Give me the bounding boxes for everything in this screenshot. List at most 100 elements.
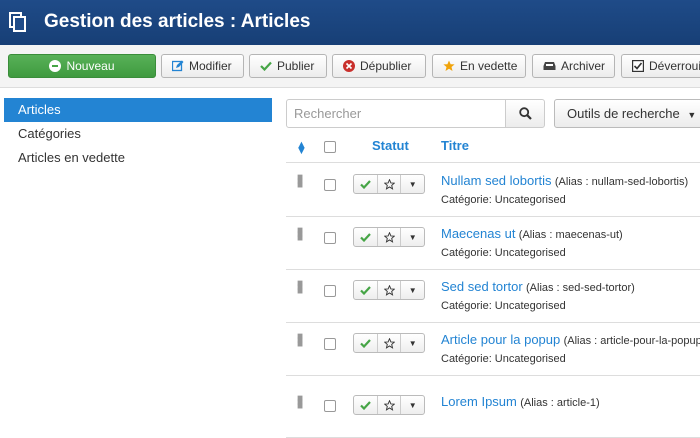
- archive-icon: [543, 61, 556, 71]
- caret-down-icon: ▼: [408, 285, 417, 295]
- table-row: ■ ■ ■ ▼ Nullam sed lobortis (Alias : nullam-…: [286, 164, 700, 217]
- article-title-link[interactable]: Maecenas ut: [441, 226, 515, 241]
- row-checkbox[interactable]: [324, 285, 336, 297]
- page-header: Gestion des articles : Articles: [0, 0, 700, 45]
- status-button-group: ▼: [353, 280, 425, 300]
- drag-handle-icon[interactable]: ■ ■ ■: [297, 173, 303, 191]
- sort-icon[interactable]: ▲ ▼: [296, 139, 307, 163]
- checkin-button[interactable]: Déverrouiller: [621, 54, 700, 78]
- row-checkbox[interactable]: [324, 400, 336, 412]
- published-toggle[interactable]: [354, 396, 378, 414]
- feature-button-label: En vedette: [460, 59, 518, 73]
- actions-dropdown[interactable]: ▼: [401, 334, 424, 352]
- search-tools-button[interactable]: Outils de recherche ▼: [554, 99, 700, 128]
- featured-toggle[interactable]: [378, 334, 402, 352]
- article-title-link[interactable]: Nullam sed lobortis: [441, 173, 552, 188]
- drag-handle-icon[interactable]: ■ ■ ■: [297, 279, 303, 297]
- article-title-link[interactable]: Article pour la popup: [441, 332, 560, 347]
- unpublish-button-label: Dépublier: [360, 59, 412, 73]
- published-toggle[interactable]: [354, 175, 378, 193]
- article-alias: (Alias : sed-sed-tortor): [526, 282, 635, 294]
- published-toggle[interactable]: [354, 228, 378, 246]
- search-tools-label: Outils de recherche: [567, 106, 680, 121]
- checkbox-checked-icon: [632, 60, 644, 72]
- star-outline-icon: [383, 399, 395, 411]
- article-alias: (Alias : article-pour-la-popup): [563, 335, 700, 347]
- row-checkbox[interactable]: [324, 179, 336, 191]
- check-icon: [260, 61, 272, 71]
- featured-toggle[interactable]: [378, 228, 402, 246]
- feature-button[interactable]: En vedette: [432, 54, 526, 78]
- article-title-link[interactable]: Sed sed tortor: [441, 279, 523, 294]
- edit-icon: [172, 60, 184, 72]
- article-category: Catégorie: Uncategorised: [441, 247, 566, 259]
- caret-down-icon: ▼: [408, 400, 417, 410]
- edit-button-label: Modifier: [189, 59, 232, 73]
- edit-button[interactable]: Modifier: [161, 54, 244, 78]
- actions-dropdown[interactable]: ▼: [401, 281, 424, 299]
- new-button-label: Nouveau: [66, 59, 115, 73]
- drag-handle-icon[interactable]: ■ ■ ■: [297, 332, 303, 350]
- table-row: ■ ■ ■ ▼ Sed sed tortor (Alias : sed-sed-tort…: [286, 270, 700, 323]
- table-row: ■ ■ ■ ▼ Maecenas ut (Alias : maecenas-ut) Cat…: [286, 217, 700, 270]
- archive-button[interactable]: Archiver: [532, 54, 615, 78]
- article-alias: (Alias : article-1): [520, 397, 600, 409]
- sidebar: Articles Catégories Articles en vedette: [0, 98, 272, 170]
- row-checkbox[interactable]: [324, 232, 336, 244]
- article-category: Catégorie: Uncategorised: [441, 353, 566, 365]
- article-category: Catégorie: Uncategorised: [441, 194, 566, 206]
- drag-handle-icon[interactable]: ■ ■ ■: [297, 394, 303, 412]
- status-button-group: ▼: [353, 333, 425, 353]
- check-icon: [360, 285, 371, 295]
- checkin-button-label: Déverrouiller: [649, 59, 700, 73]
- check-icon: [360, 400, 371, 410]
- check-icon: [360, 338, 371, 348]
- actions-dropdown[interactable]: ▼: [401, 228, 424, 246]
- caret-down-icon: ▼: [408, 338, 417, 348]
- page-title: Gestion des articles : Articles: [44, 11, 311, 32]
- actions-dropdown[interactable]: ▼: [401, 175, 424, 193]
- title-line: Sed sed tortor (Alias : sed-sed-tortor): [441, 279, 635, 294]
- star-outline-icon: [383, 231, 395, 243]
- unpublish-button[interactable]: Dépublier: [332, 54, 426, 78]
- column-header-status[interactable]: Statut: [372, 138, 409, 153]
- select-all-checkbox[interactable]: [324, 141, 336, 153]
- search-input[interactable]: Rechercher: [286, 99, 506, 128]
- featured-toggle[interactable]: [378, 396, 402, 414]
- star-outline-icon: [383, 284, 395, 296]
- title-line: Article pour la popup (Alias : article-p…: [441, 332, 700, 347]
- featured-toggle[interactable]: [378, 281, 402, 299]
- sidebar-item-categories[interactable]: Catégories: [0, 122, 272, 146]
- row-checkbox[interactable]: [324, 338, 336, 350]
- plus-circle-icon: [49, 60, 62, 72]
- publish-button[interactable]: Publier: [249, 54, 327, 78]
- sidebar-item-featured[interactable]: Articles en vedette: [0, 146, 272, 170]
- search-button[interactable]: [505, 99, 545, 128]
- published-toggle[interactable]: [354, 281, 378, 299]
- table-header: ▲ ▼ Statut Titre: [286, 128, 700, 163]
- article-alias: (Alias : nullam-sed-lobortis): [554, 176, 689, 188]
- star-outline-icon: [383, 178, 395, 190]
- publish-button-label: Publier: [277, 59, 315, 73]
- caret-down-icon: ▼: [408, 179, 417, 189]
- article-alias: (Alias : maecenas-ut): [518, 229, 623, 241]
- search-icon: [518, 107, 532, 120]
- actions-dropdown[interactable]: ▼: [401, 396, 424, 414]
- caret-down-icon: ▼: [408, 232, 417, 242]
- drag-handle-icon[interactable]: ■ ■ ■: [297, 226, 303, 244]
- status-button-group: ▼: [353, 174, 425, 194]
- status-button-group: ▼: [353, 227, 425, 247]
- published-toggle[interactable]: [354, 334, 378, 352]
- column-header-title[interactable]: Titre: [441, 138, 469, 153]
- title-line: Maecenas ut (Alias : maecenas-ut): [441, 226, 623, 241]
- star-icon: [443, 60, 455, 72]
- article-category: Catégorie: Uncategorised: [441, 300, 566, 312]
- title-line: Nullam sed lobortis (Alias : nullam-sed-…: [441, 173, 688, 188]
- new-button[interactable]: Nouveau: [8, 54, 156, 78]
- featured-toggle[interactable]: [378, 175, 402, 193]
- check-icon: [360, 179, 371, 189]
- title-line: Lorem Ipsum (Alias : article-1): [441, 394, 600, 409]
- sidebar-item-articles[interactable]: Articles: [4, 98, 272, 122]
- article-title-link[interactable]: Lorem Ipsum: [441, 394, 517, 409]
- archive-button-label: Archiver: [561, 59, 606, 73]
